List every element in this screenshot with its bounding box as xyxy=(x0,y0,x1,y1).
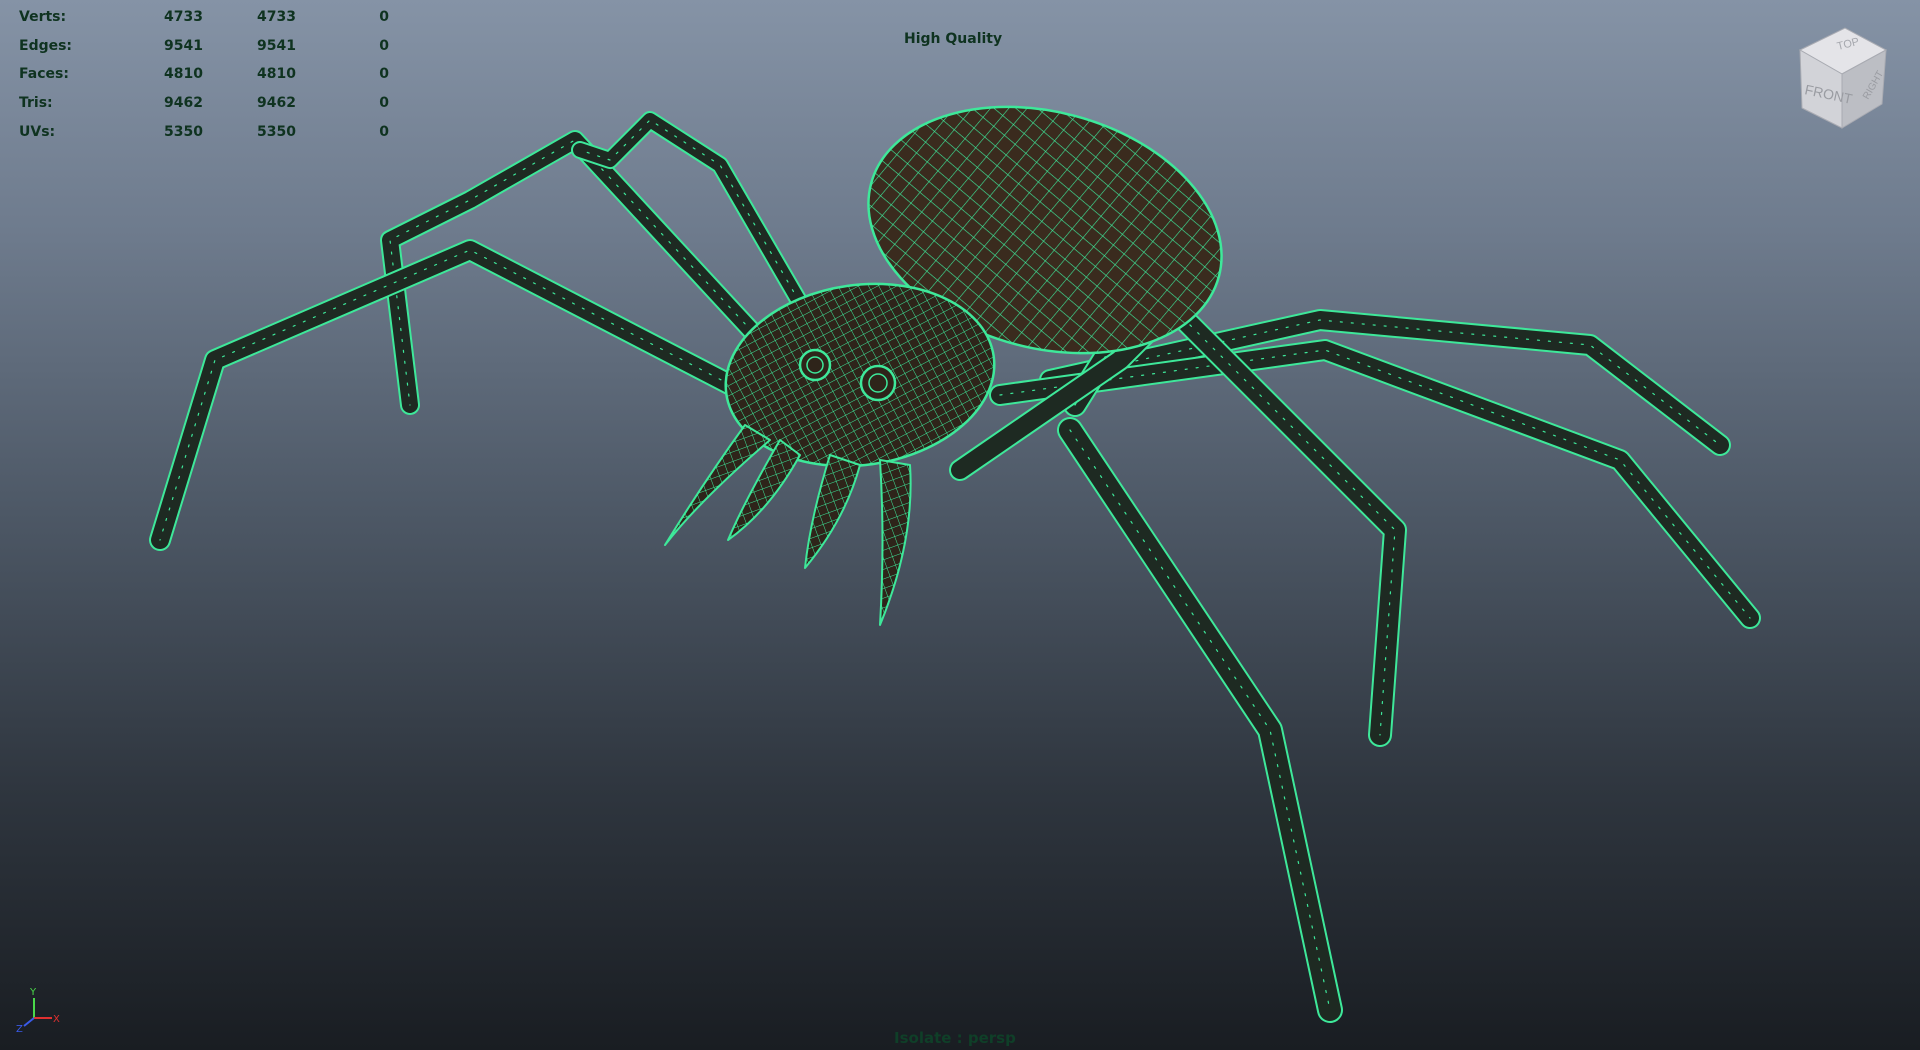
spider-eye-left xyxy=(798,348,832,382)
axis-y-label: Y xyxy=(29,987,37,998)
axis-z-line xyxy=(23,1017,35,1027)
3d-viewport[interactable] xyxy=(0,0,1920,1050)
axis-z-label: Z xyxy=(16,1024,23,1034)
leg-front-right[interactable] xyxy=(1057,417,1343,1023)
view-cube[interactable]: TOP FRONT RIGHT xyxy=(1790,22,1900,140)
leg-left-3[interactable] xyxy=(149,239,771,551)
camera-label: Isolate : persp xyxy=(894,1029,1016,1047)
axis-x-label: X xyxy=(53,1014,60,1025)
spider-mesh[interactable] xyxy=(149,69,1761,1023)
spider-eye-right xyxy=(859,364,897,402)
leg-left-2[interactable] xyxy=(571,111,819,329)
spider-fang-4 xyxy=(879,459,912,626)
axis-gizmo: Y X Z xyxy=(16,987,60,1034)
spider-fang-3 xyxy=(804,454,861,569)
